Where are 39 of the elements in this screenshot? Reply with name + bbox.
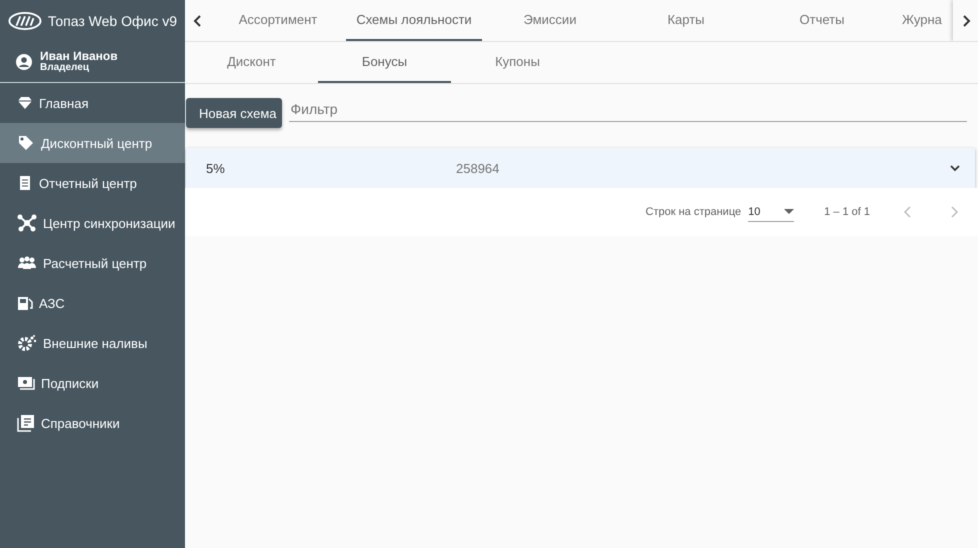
people-icon bbox=[17, 256, 37, 270]
sidebar-item[interactable]: Дисконтный центр bbox=[0, 123, 185, 163]
table-cell-text: 5% bbox=[205, 160, 226, 176]
user-icon bbox=[16, 54, 32, 70]
card-icon bbox=[17, 375, 35, 391]
sidebar-item[interactable]: Внешние наливы bbox=[0, 323, 185, 363]
list-icon bbox=[17, 414, 35, 432]
subtab[interactable]: Дисконт bbox=[185, 42, 318, 83]
tag-icon bbox=[17, 134, 35, 152]
sidebar-item[interactable]: Центр синхронизации bbox=[0, 203, 185, 243]
subtab[interactable]: Купоны bbox=[451, 42, 584, 83]
page-range: 1 – 1 of 1 bbox=[824, 206, 870, 218]
app-title: Топаз Web Офис v9 bbox=[48, 13, 177, 29]
filter-field[interactable]: Фильтр bbox=[288, 97, 967, 122]
rows-per-page-label: Строк на странице bbox=[646, 206, 742, 218]
document-icon bbox=[17, 175, 33, 191]
sidebar-item[interactable]: Отчетный центр bbox=[0, 163, 185, 203]
chevron-right-icon[interactable] bbox=[953, 0, 978, 41]
tab[interactable]: Ассортимент bbox=[210, 0, 346, 41]
sidebar-item[interactable]: Главная bbox=[0, 83, 185, 123]
sidebar-item[interactable]: Расчетный центр bbox=[0, 243, 185, 283]
tab[interactable]: Отчеты bbox=[754, 0, 890, 41]
table-cell-text: 258964 bbox=[456, 160, 500, 176]
tab[interactable]: Карты bbox=[618, 0, 754, 41]
new-scheme-button[interactable]: Новая схема bbox=[186, 98, 282, 128]
diamond-icon bbox=[17, 95, 33, 111]
page-size-select[interactable]: 10 bbox=[748, 202, 794, 222]
sidebar-item[interactable]: Справочники bbox=[0, 403, 185, 443]
network-icon bbox=[17, 214, 37, 232]
user-name: Иван Иванов bbox=[40, 50, 118, 62]
tab[interactable]: Журна bbox=[890, 0, 953, 41]
scheme-row[interactable]: 5% 258964 bbox=[186, 148, 975, 188]
tab[interactable]: Эмиссии bbox=[482, 0, 618, 41]
sidebar-item[interactable]: Подписки bbox=[0, 363, 185, 403]
fuel-pump-icon bbox=[17, 295, 33, 311]
dropdown-arrow-icon[interactable] bbox=[784, 209, 794, 214]
user-role: Владелец bbox=[40, 62, 90, 74]
logo-icon bbox=[8, 11, 42, 31]
sidebar-item[interactable]: АЗС bbox=[0, 283, 185, 323]
